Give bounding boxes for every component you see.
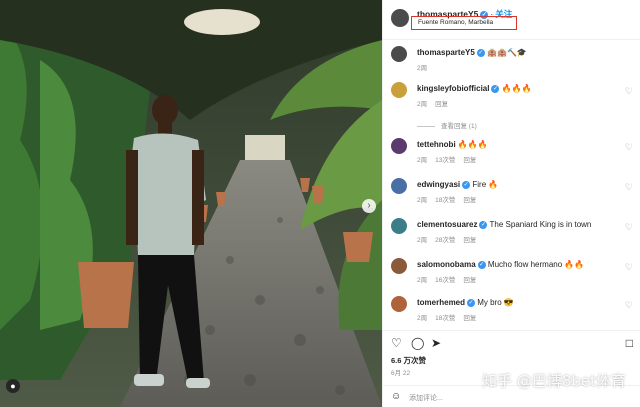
watermark-text: 知乎 @巴博8bet体育 bbox=[482, 372, 626, 390]
caption-row: thomasparteY5 ✓ 🏨🏨🔨🎓 2周 bbox=[383, 46, 640, 72]
comment-body: Fire 🔥 bbox=[472, 180, 499, 189]
verified-icon: ✓ bbox=[467, 298, 476, 307]
comment-username[interactable]: salomonobama bbox=[417, 260, 476, 269]
verified-icon: ✓ bbox=[491, 84, 500, 93]
reply-button[interactable]: 回复 bbox=[435, 101, 448, 108]
comment-likes[interactable]: 16次赞 bbox=[435, 277, 455, 284]
chevron-right-icon[interactable]: › bbox=[362, 199, 376, 213]
comment-body: Mucho flow hermano 🔥🔥 bbox=[487, 260, 585, 269]
comment-like-icon[interactable]: ♡ bbox=[625, 300, 633, 311]
verified-icon: ✓ bbox=[479, 220, 488, 229]
caption-username[interactable]: thomasparteY5 bbox=[417, 48, 475, 57]
verified-icon: ✓ bbox=[477, 260, 486, 269]
post-photo[interactable]: ● › bbox=[0, 0, 382, 407]
author-avatar[interactable] bbox=[391, 9, 409, 27]
caption-body: 🏨🏨🔨🎓 bbox=[487, 48, 527, 57]
comment-body: 🔥🔥🔥 bbox=[501, 84, 532, 93]
verified-icon: ✓ bbox=[476, 48, 485, 57]
likes-count[interactable]: 6.6 万次赞 bbox=[391, 355, 426, 366]
comment-username[interactable]: tomerhemed bbox=[417, 298, 465, 307]
comment-username[interactable]: kingsleyfobiofficial bbox=[417, 84, 489, 93]
comment-icon[interactable]: ◯ bbox=[411, 336, 424, 350]
comment-row: clementosuarez ✓ The Spaniard King is in … bbox=[383, 218, 640, 248]
comment-like-icon[interactable]: ♡ bbox=[625, 182, 633, 193]
comment-time: 2周 bbox=[417, 157, 428, 164]
comment-like-icon[interactable]: ♡ bbox=[625, 142, 633, 153]
comment-text: edwingyasi ✓ Fire 🔥 bbox=[417, 180, 498, 189]
verified-icon: ✓ bbox=[462, 180, 471, 189]
comment-row: tettehnobi 🔥🔥🔥 2周 13次赞 回复 ♡ bbox=[383, 138, 640, 168]
view-replies-link[interactable]: 查看回复 (1) bbox=[417, 120, 477, 130]
comment-text: tettehnobi 🔥🔥🔥 bbox=[417, 140, 488, 149]
comment-text: clementosuarez ✓ The Spaniard King is in … bbox=[417, 220, 591, 229]
comment-username[interactable]: tettehnobi bbox=[417, 140, 456, 149]
comment-row: kingsleyfobiofficial ✓ 🔥🔥🔥 2周 回复 ♡ 查看回复 (1… bbox=[383, 82, 640, 130]
comment-meta: 2周 回复 bbox=[417, 98, 456, 108]
comment-likes[interactable]: 13次赞 bbox=[435, 157, 455, 164]
caption-meta: 2周 bbox=[417, 62, 435, 72]
comment-body: 🔥🔥🔥 bbox=[457, 140, 488, 149]
action-bar: ♡ ◯ ➤ □ bbox=[383, 330, 640, 352]
comments-list: thomasparteY5 ✓ 🏨🏨🔨🎓 2周 kingsleyfobioffic… bbox=[383, 40, 640, 326]
commenter-avatar[interactable] bbox=[391, 138, 407, 154]
comment-body: The Spaniard King is in town bbox=[489, 220, 592, 229]
comment-likes[interactable]: 18次赞 bbox=[435, 197, 455, 204]
comment-row: tomerhemed ✓ My bro 😎 2周 18次赞 回复 ♡ bbox=[383, 296, 640, 326]
comment-time: 2周 bbox=[417, 237, 428, 244]
comment-time: 2周 bbox=[417, 197, 428, 204]
bookmark-icon[interactable]: □ bbox=[626, 336, 633, 350]
reply-button[interactable]: 回复 bbox=[463, 237, 476, 244]
comment-text: salomonobama ✓ Mucho flow hermano 🔥🔥 bbox=[417, 260, 584, 269]
comment-username[interactable]: edwingyasi bbox=[417, 180, 460, 189]
comment-meta: 2周 28次赞 回复 bbox=[417, 234, 484, 244]
comment-like-icon[interactable]: ♡ bbox=[625, 262, 633, 273]
post-location[interactable]: Fuente Romano, Marbella bbox=[418, 19, 493, 26]
comment-time: 2周 bbox=[417, 101, 428, 108]
caption-text: thomasparteY5 ✓ 🏨🏨🔨🎓 bbox=[417, 48, 527, 57]
comment-meta: 2周 16次赞 回复 bbox=[417, 274, 484, 284]
post-date: 6月 22 bbox=[391, 370, 411, 377]
comment-meta: 2周 18次赞 回复 bbox=[417, 194, 484, 204]
commenter-avatar[interactable] bbox=[391, 218, 407, 234]
author-avatar-small[interactable] bbox=[391, 46, 407, 62]
post-detail-panel: thomasparteY5 ✓ · 关注 Fuente Romano, Marbell… bbox=[382, 0, 640, 407]
comment-like-icon[interactable]: ♡ bbox=[625, 86, 633, 97]
commenter-avatar[interactable] bbox=[391, 258, 407, 274]
send-icon[interactable]: ➤ bbox=[431, 336, 441, 350]
comment-meta: 2周 18次赞 回复 bbox=[417, 312, 484, 322]
reply-button[interactable]: 回复 bbox=[463, 197, 476, 204]
comment-row: salomonobama ✓ Mucho flow hermano 🔥🔥 2周 16… bbox=[383, 258, 640, 288]
user-tag-icon[interactable]: ● bbox=[6, 379, 20, 393]
post-header: thomasparteY5 ✓ · 关注 Fuente Romano, Marbell… bbox=[383, 0, 640, 40]
comment-like-icon[interactable]: ♡ bbox=[625, 222, 633, 233]
reply-button[interactable]: 回复 bbox=[463, 315, 476, 322]
reply-button[interactable]: 回复 bbox=[463, 157, 476, 164]
comment-input[interactable]: 添加评论... bbox=[409, 393, 443, 403]
reply-button[interactable]: 回复 bbox=[463, 277, 476, 284]
comment-likes[interactable]: 18次赞 bbox=[435, 315, 455, 322]
comment-row: edwingyasi ✓ Fire 🔥 2周 18次赞 回复 ♡ bbox=[383, 178, 640, 208]
commenter-avatar[interactable] bbox=[391, 82, 407, 98]
commenter-avatar[interactable] bbox=[391, 178, 407, 194]
comment-text: kingsleyfobiofficial ✓ 🔥🔥🔥 bbox=[417, 84, 532, 93]
comment-username[interactable]: clementosuarez bbox=[417, 220, 477, 229]
commenter-avatar[interactable] bbox=[391, 296, 407, 312]
emoji-icon[interactable]: ☺ bbox=[391, 391, 401, 402]
comment-meta: 2周 13次赞 回复 bbox=[417, 154, 484, 164]
caption-time: 2周 bbox=[417, 65, 428, 72]
heart-icon[interactable]: ♡ bbox=[391, 336, 402, 350]
comment-likes[interactable]: 28次赞 bbox=[435, 237, 455, 244]
comment-text: tomerhemed ✓ My bro 😎 bbox=[417, 298, 514, 307]
comment-time: 2周 bbox=[417, 315, 428, 322]
photo-scene bbox=[0, 0, 382, 407]
comment-body: My bro 😎 bbox=[477, 298, 514, 307]
comment-time: 2周 bbox=[417, 277, 428, 284]
